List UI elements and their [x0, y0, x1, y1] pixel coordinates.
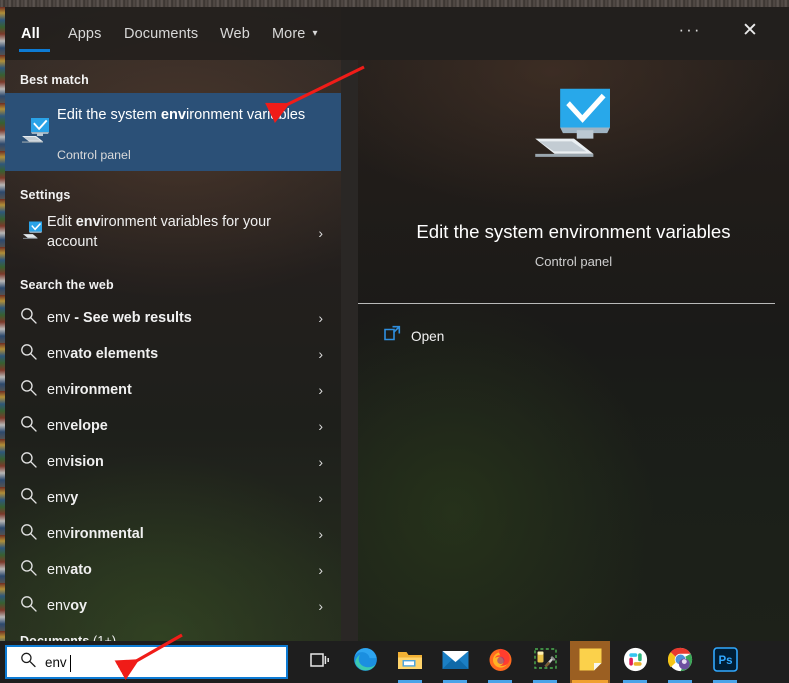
chevron-down-icon: ▾: [312, 28, 318, 39]
search-icon: [20, 523, 37, 545]
web-suggestion-label: envato elements: [47, 346, 159, 362]
firefox-button[interactable]: [480, 641, 520, 683]
web-suggestion-row[interactable]: envato elements ›: [5, 336, 341, 372]
tab-all[interactable]: All: [19, 7, 42, 60]
search-icon: [20, 487, 37, 509]
best-match-subtitle: Control panel: [57, 148, 131, 162]
preview-title: Edit the system environment variables: [416, 221, 731, 242]
photoshop-button[interactable]: Ps: [705, 641, 745, 683]
slack-button[interactable]: [615, 641, 655, 683]
settings-monitor-icon: [23, 221, 43, 245]
search-tab-bar: All Apps Documents Web More ▾ ··· ✕: [5, 7, 789, 60]
preview-divider: [358, 303, 775, 304]
web-suggestion-row[interactable]: envy ›: [5, 480, 341, 516]
search-icon: [20, 595, 37, 617]
search-icon: [20, 559, 37, 581]
desktop-background-top-strip: [0, 0, 789, 7]
search-icon: [20, 415, 37, 437]
search-icon: [20, 379, 37, 401]
sticky-notes-button[interactable]: [570, 641, 610, 683]
preview-subtitle: Control panel: [534, 254, 613, 269]
snipping-tool-icon: [533, 648, 558, 676]
control-panel-monitor-icon: [531, 86, 617, 163]
photoshop-icon: Ps: [712, 647, 738, 677]
best-match-title: Edit the system environment variables: [57, 107, 306, 123]
web-suggestion-row[interactable]: envision ›: [5, 444, 341, 480]
slack-icon: [623, 647, 648, 677]
file-explorer-icon: [397, 649, 423, 676]
open-external-icon: [384, 325, 401, 347]
web-suggestion-label: envy: [47, 490, 79, 506]
svg-text:Ps: Ps: [718, 655, 732, 667]
search-the-web-heading: Search the web: [20, 278, 114, 292]
web-suggestion-label: env - See web results: [47, 310, 192, 326]
file-explorer-button[interactable]: [390, 641, 430, 683]
web-suggestion-label: envato: [47, 562, 92, 578]
taskbar: env Ps: [0, 641, 789, 683]
web-suggestion-row[interactable]: envoy ›: [5, 588, 341, 624]
windows-desktop-screen: Best match Edit the system environment v…: [0, 0, 789, 683]
chevron-right-icon: ›: [318, 382, 323, 398]
web-suggestion-row[interactable]: environmental ›: [5, 516, 341, 552]
control-panel-monitor-icon: [21, 117, 51, 148]
web-suggestion-label: environmental: [47, 526, 144, 542]
preview-icon-wrapper: [358, 86, 789, 163]
web-suggestion-row[interactable]: envato ›: [5, 552, 341, 588]
chevron-right-icon: ›: [318, 418, 323, 434]
chevron-right-icon: ›: [318, 225, 323, 241]
task-view-button[interactable]: [300, 641, 340, 683]
web-suggestion-row[interactable]: envelope ›: [5, 408, 341, 444]
chevron-right-icon: ›: [318, 346, 323, 362]
task-view-icon: [310, 651, 330, 674]
web-suggestion-label: envision: [47, 454, 104, 470]
web-suggestion-label: envelope: [47, 418, 108, 434]
search-results-pane: Best match Edit the system environment v…: [5, 7, 341, 648]
chevron-right-icon: ›: [318, 526, 323, 542]
best-match-result-row[interactable]: Edit the system environment variables Co…: [5, 93, 341, 171]
tab-documents[interactable]: Documents: [122, 7, 200, 60]
web-suggestion-label: envoy: [47, 598, 87, 614]
mail-button[interactable]: [435, 641, 475, 683]
search-icon: [20, 451, 37, 473]
settings-heading: Settings: [20, 188, 71, 202]
tab-more[interactable]: More ▾: [270, 7, 320, 60]
tab-apps[interactable]: Apps: [66, 7, 103, 60]
text-caret: [70, 655, 71, 672]
chevron-right-icon: ›: [318, 562, 323, 578]
tab-web[interactable]: Web: [218, 7, 252, 60]
google-chrome-button[interactable]: [660, 641, 700, 683]
search-input-value: env: [45, 654, 67, 670]
firefox-icon: [488, 647, 513, 677]
close-icon[interactable]: ✕: [727, 7, 773, 53]
settings-result-label: Edit environment variables for your acco…: [47, 214, 271, 250]
preview-pane: Edit the system environment variables Co…: [358, 60, 789, 641]
snipping-tool-button[interactable]: [525, 641, 565, 683]
search-flyout-panel: Best match Edit the system environment v…: [5, 7, 789, 648]
settings-result-row[interactable]: Edit environment variables for your acco…: [5, 207, 341, 259]
web-suggestion-label: environment: [47, 382, 132, 398]
chevron-right-icon: ›: [318, 310, 323, 326]
mail-icon: [442, 650, 469, 675]
best-match-heading: Best match: [20, 73, 89, 87]
web-suggestion-row[interactable]: environment ›: [5, 372, 341, 408]
more-options-icon[interactable]: ···: [667, 7, 713, 53]
chevron-right-icon: ›: [318, 490, 323, 506]
taskbar-search-input[interactable]: env: [5, 645, 288, 679]
open-action-button[interactable]: Open: [358, 318, 775, 354]
search-icon: [20, 652, 36, 673]
open-action-label: Open: [411, 328, 445, 344]
chevron-right-icon: ›: [318, 598, 323, 614]
search-icon: [20, 307, 37, 329]
microsoft-edge-button[interactable]: [345, 641, 385, 683]
search-icon: [20, 343, 37, 365]
chevron-right-icon: ›: [318, 454, 323, 470]
sticky-notes-icon: [578, 647, 603, 677]
chrome-icon: [667, 647, 693, 677]
edge-icon: [353, 647, 378, 677]
web-suggestion-row[interactable]: env - See web results ›: [5, 300, 341, 336]
active-tab-underline: [19, 49, 50, 52]
